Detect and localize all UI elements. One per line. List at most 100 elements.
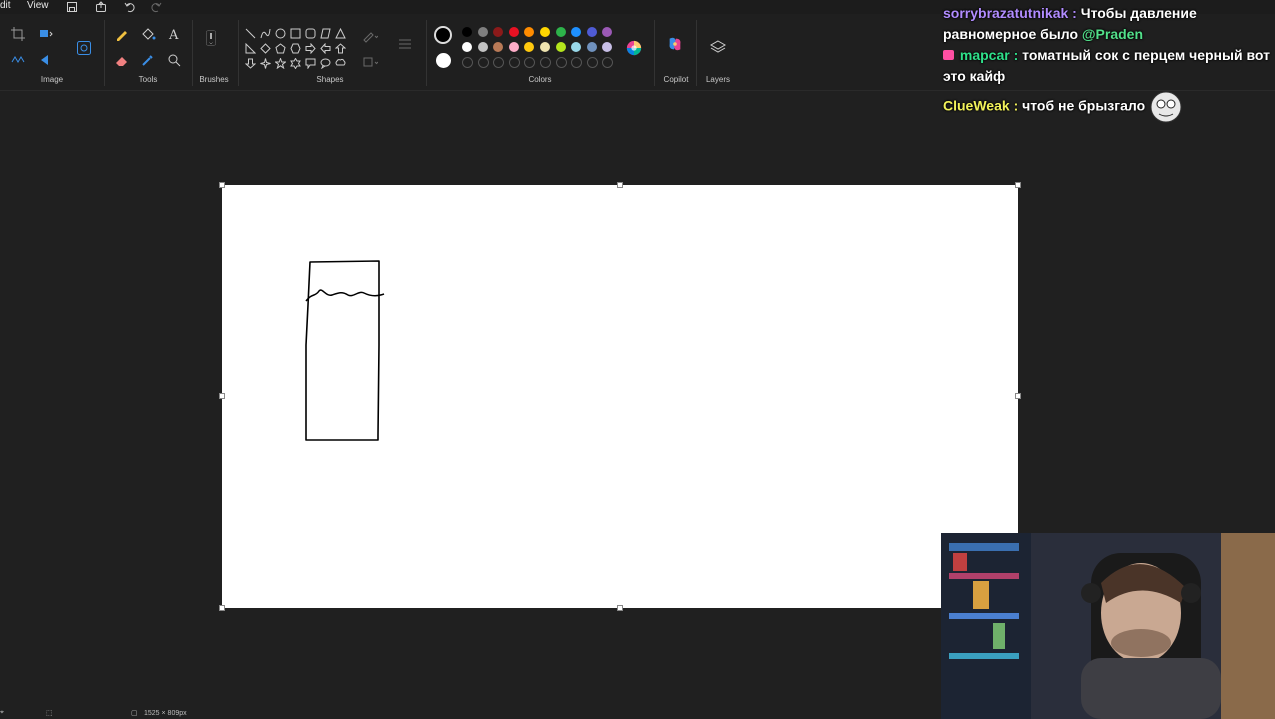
text-icon[interactable]: A: [166, 26, 182, 43]
chat-message: sorrybrazatutnikak : Чтобы давление равн…: [943, 3, 1275, 45]
eraser-icon[interactable]: [114, 52, 130, 68]
custom-color-slot[interactable]: [571, 57, 583, 68]
cursor-position-icon: ⌖: [0, 709, 4, 716]
color-picker-icon[interactable]: [140, 52, 156, 68]
outline-dropdown-icon[interactable]: [362, 28, 379, 44]
stream-chat-overlay: sorrybrazatutnikak : Чтобы давление равн…: [943, 3, 1275, 124]
five-point-star-shape-icon[interactable]: [274, 56, 287, 70]
palette-color-swatch[interactable]: [477, 42, 488, 52]
custom-color-slot[interactable]: [555, 57, 567, 68]
palette-color-swatch[interactable]: [540, 42, 550, 52]
custom-color-slot[interactable]: [586, 57, 598, 68]
oval-callout-shape-icon[interactable]: [320, 56, 331, 70]
shape-size-icon[interactable]: [397, 36, 413, 52]
ribbon-divider: [192, 20, 193, 86]
rounded-rectangle-shape-icon[interactable]: [305, 26, 316, 39]
palette-color-swatch[interactable]: [493, 27, 504, 37]
chat-mention: @Praden: [1081, 26, 1144, 42]
magnifier-icon[interactable]: [166, 52, 182, 68]
crop-icon[interactable]: [10, 26, 26, 42]
line-shape-icon[interactable]: [245, 26, 256, 39]
emote-icon: [1149, 90, 1183, 124]
cloud-callout-shape-icon[interactable]: [335, 56, 346, 67]
flip-icon[interactable]: [38, 52, 54, 68]
palette-color-swatch[interactable]: [571, 27, 582, 37]
resize-icon[interactable]: [38, 26, 54, 42]
canvas-resize-handle[interactable]: [219, 393, 225, 399]
palette-color-swatch[interactable]: [540, 27, 550, 37]
edit-colors-icon[interactable]: [626, 40, 644, 58]
chat-username: sorrybrazatutnikak: [943, 5, 1069, 21]
canvas-resize-handle[interactable]: [1015, 182, 1021, 188]
diamond-shape-icon[interactable]: [260, 41, 271, 54]
canvas-resize-handle[interactable]: [219, 182, 225, 188]
copilot-icon[interactable]: [667, 36, 685, 54]
chat-separator: :: [1072, 5, 1077, 21]
canvas-size-icon: ▢: [131, 710, 138, 717]
fill-bucket-icon[interactable]: [140, 26, 156, 42]
palette-color-swatch[interactable]: [602, 42, 613, 52]
palette-color-swatch[interactable]: [586, 42, 597, 52]
canvas-resize-handle[interactable]: [617, 605, 623, 611]
menu-edit[interactable]: dit: [0, 0, 11, 12]
palette-color-swatch[interactable]: [493, 42, 504, 52]
custom-color-slot[interactable]: [477, 57, 489, 68]
drawing-canvas[interactable]: [222, 185, 1018, 608]
palette-color-swatch[interactable]: [555, 27, 566, 37]
palette-color-swatch[interactable]: [571, 42, 582, 52]
chat-separator: :: [1013, 47, 1019, 63]
right-arrow-shape-icon[interactable]: [305, 41, 316, 55]
right-triangle-shape-icon[interactable]: [245, 41, 257, 54]
chat-username: mapcar: [959, 47, 1010, 63]
palette-color-swatch[interactable]: [524, 42, 535, 52]
pentagon-shape-icon[interactable]: [275, 41, 286, 54]
secondary-color-swatch[interactable]: [436, 53, 451, 68]
group-label-brushes: Brushes: [199, 75, 229, 84]
palette-color-swatch[interactable]: [462, 42, 472, 52]
down-arrow-shape-icon[interactable]: [244, 56, 257, 69]
palette-color-swatch[interactable]: [602, 27, 613, 37]
layers-icon[interactable]: [709, 39, 727, 55]
fill-dropdown-icon[interactable]: [362, 54, 379, 70]
share-icon[interactable]: [95, 0, 107, 12]
left-arrow-shape-icon[interactable]: [320, 41, 331, 55]
custom-color-slot[interactable]: [524, 57, 536, 68]
custom-color-slot[interactable]: [462, 57, 473, 68]
palette-color-swatch[interactable]: [555, 42, 566, 52]
ribbon-divider: [696, 20, 697, 86]
rect-callout-shape-icon[interactable]: [305, 56, 316, 70]
four-point-star-shape-icon[interactable]: [260, 56, 271, 69]
group-label-colors: Colors: [528, 75, 552, 84]
brush-icon[interactable]: [203, 30, 225, 62]
rectangle-shape-icon[interactable]: [290, 26, 301, 39]
image-adjust-icon[interactable]: [10, 52, 26, 68]
six-point-star-shape-icon[interactable]: [290, 56, 301, 70]
palette-color-swatch[interactable]: [508, 27, 519, 37]
custom-color-slot[interactable]: [602, 57, 614, 68]
hexagon-shape-icon[interactable]: [290, 41, 301, 54]
palette-color-swatch[interactable]: [477, 27, 488, 37]
custom-color-slot[interactable]: [540, 57, 551, 68]
save-icon[interactable]: [66, 0, 78, 12]
custom-color-slot[interactable]: [493, 57, 505, 68]
canvas-resize-handle[interactable]: [617, 182, 623, 188]
polygon-shape-icon[interactable]: [320, 26, 331, 39]
menu-view[interactable]: View: [27, 0, 49, 12]
pencil-icon[interactable]: [114, 26, 130, 42]
custom-color-slot[interactable]: [508, 57, 520, 68]
primary-color-swatch[interactable]: [434, 26, 452, 44]
palette-color-swatch[interactable]: [462, 27, 472, 37]
palette-color-swatch[interactable]: [508, 42, 519, 52]
up-arrow-shape-icon[interactable]: [334, 41, 347, 54]
canvas-resize-handle[interactable]: [219, 605, 225, 611]
undo-icon[interactable]: [124, 0, 136, 13]
redo-icon[interactable]: [150, 0, 162, 13]
canvas-drawing: [305, 260, 385, 441]
triangle-shape-icon[interactable]: [335, 26, 346, 39]
palette-color-swatch[interactable]: [524, 27, 535, 37]
palette-color-swatch[interactable]: [586, 27, 597, 37]
oval-shape-icon[interactable]: [275, 26, 286, 39]
curve-shape-icon[interactable]: [260, 26, 271, 39]
image-select-icon[interactable]: [76, 40, 92, 56]
canvas-resize-handle[interactable]: [1015, 393, 1021, 399]
